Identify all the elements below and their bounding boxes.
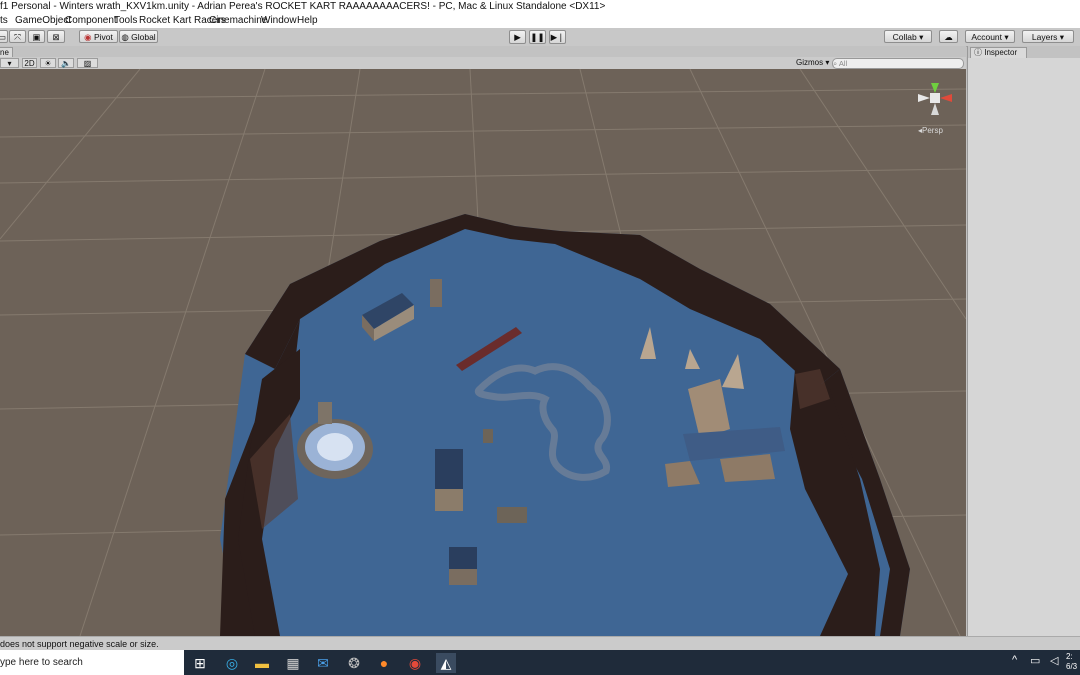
chevron-down-icon: ▾ bbox=[7, 59, 12, 68]
scale-tool-icon: ⤧ bbox=[14, 32, 21, 42]
taskbar-search-box[interactable]: ype here to search bbox=[0, 650, 184, 675]
menu-assets[interactable]: ts bbox=[0, 14, 8, 28]
global-toggle-button[interactable]: ◍ Global bbox=[119, 30, 158, 43]
rect-tool-icon: ▭ bbox=[0, 32, 7, 42]
effects-dropdown[interactable]: ▨ bbox=[77, 58, 98, 68]
taskbar-search-text: ype here to search bbox=[0, 657, 83, 668]
menu-gameobject[interactable]: GameObject bbox=[15, 14, 71, 28]
windows-taskbar: ype here to search ⊞ ◎ ▬ ▦ ✉ ❂ ● ◉ ◭ ^ ▭… bbox=[0, 650, 1080, 675]
chevron-down-icon: ▾ bbox=[1059, 32, 1065, 42]
menu-cinemachine[interactable]: Cinemachine bbox=[209, 14, 267, 28]
lighting-toggle[interactable]: ☀ bbox=[40, 58, 56, 68]
global-label: Global bbox=[131, 32, 156, 42]
speaker-icon: 🔈 bbox=[61, 59, 71, 68]
clock-time: 2: bbox=[1066, 652, 1073, 661]
toggle-2d-button[interactable]: 2D bbox=[22, 58, 37, 68]
unity-icon[interactable]: ◭ bbox=[436, 653, 456, 673]
scene-tab-strip: ne bbox=[0, 46, 966, 58]
gizmos-dropdown[interactable]: Gizmos ▾ bbox=[796, 57, 829, 69]
scene-viewport[interactable]: ◂Persp bbox=[0, 69, 966, 636]
collab-button[interactable]: Collab ▾ bbox=[884, 30, 932, 43]
step-button[interactable]: ▶❘ bbox=[549, 30, 566, 44]
orientation-gizmo[interactable] bbox=[912, 75, 960, 125]
account-label: Account bbox=[971, 32, 1003, 42]
scene-search-placeholder: All bbox=[838, 59, 848, 68]
tab-inspector[interactable]: ⓘ Inspector bbox=[970, 47, 1027, 58]
axis-gizmo-icon bbox=[918, 83, 952, 115]
main-toolbar: ▭ ⤧ ▣ ⊠ ◉ Pivot ◍ Global ▶ ❚❚ ▶❘ Collab … bbox=[0, 28, 1080, 47]
rect-transform-tool-button[interactable]: ▣ bbox=[28, 30, 45, 43]
audio-toggle[interactable]: 🔈 bbox=[58, 58, 74, 68]
rect-tool-button[interactable]: ▭ bbox=[0, 30, 8, 43]
status-message: does not support negative scale or size. bbox=[0, 639, 159, 649]
sun-icon: ☀ bbox=[44, 59, 52, 68]
projection-label[interactable]: ◂Persp bbox=[918, 126, 943, 135]
tray-expand-icon[interactable]: ^ bbox=[1012, 654, 1017, 666]
menu-component[interactable]: Component bbox=[65, 14, 117, 28]
chevron-down-icon: ▾ bbox=[1004, 32, 1009, 42]
menu-window[interactable]: Window bbox=[261, 14, 297, 28]
network-icon[interactable]: ▭ bbox=[1030, 654, 1040, 667]
inspector-body bbox=[968, 58, 1080, 636]
window-title-bar: f1 Personal - Winters wrath_KXV1km.unity… bbox=[0, 0, 1080, 14]
store-icon[interactable]: ▦ bbox=[283, 653, 303, 673]
cloud-icon: ☁ bbox=[944, 32, 953, 42]
status-bar: does not support negative scale or size. bbox=[0, 636, 1080, 651]
volume-icon[interactable]: ◁ bbox=[1050, 654, 1058, 667]
scale-tool-button[interactable]: ⤧ bbox=[9, 30, 26, 43]
window-title: f1 Personal - Winters wrath_KXV1km.unity… bbox=[0, 1, 606, 12]
taskbar-clock[interactable]: 2: 6/3 bbox=[1066, 652, 1080, 672]
scene-search-input[interactable]: ⌕ All bbox=[832, 58, 964, 69]
inspector-tab-label: Inspector bbox=[984, 48, 1018, 57]
scene-render bbox=[0, 69, 966, 636]
shading-mode-dropdown[interactable]: ▾ bbox=[0, 58, 19, 68]
pivot-toggle-button[interactable]: ◉ Pivot bbox=[79, 30, 118, 43]
file-explorer-icon[interactable]: ▬ bbox=[252, 653, 272, 673]
mail-icon[interactable]: ✉ bbox=[313, 653, 333, 673]
cloud-button[interactable]: ☁ bbox=[939, 30, 958, 43]
info-icon: ⓘ bbox=[974, 48, 982, 57]
collab-label: Collab ▾ bbox=[892, 32, 924, 42]
search-icon: ⌕ bbox=[833, 59, 838, 68]
photos-icon[interactable]: ❂ bbox=[344, 653, 364, 673]
transform-tool-button[interactable]: ⊠ bbox=[47, 30, 65, 43]
pause-icon: ❚❚ bbox=[530, 32, 545, 42]
rect-transform-icon: ▣ bbox=[32, 32, 41, 42]
inspector-panel: ⓘ Inspector bbox=[967, 46, 1080, 636]
step-icon: ▶❘ bbox=[550, 32, 565, 42]
account-dropdown[interactable]: Account ▾ bbox=[965, 30, 1015, 43]
task-view-icon[interactable]: ⊞ bbox=[190, 653, 210, 673]
layers-label: Layers bbox=[1031, 32, 1058, 42]
clock-date: 6/3 bbox=[1066, 662, 1078, 671]
menu-tools[interactable]: Tools bbox=[114, 14, 137, 28]
pivot-icon: ◉ bbox=[84, 32, 92, 42]
firefox-icon[interactable]: ● bbox=[374, 653, 394, 673]
chrome-icon[interactable]: ◉ bbox=[405, 653, 425, 673]
menu-bar: ts GameObject Component Tools Rocket Kar… bbox=[0, 14, 1080, 28]
edge-icon[interactable]: ◎ bbox=[222, 653, 242, 673]
layers-dropdown[interactable]: Layers ▾ bbox=[1022, 30, 1074, 43]
menu-help[interactable]: Help bbox=[297, 14, 318, 28]
pause-button[interactable]: ❚❚ bbox=[529, 30, 546, 44]
transform-tool-icon: ⊠ bbox=[52, 32, 60, 42]
globe-icon: ◍ bbox=[121, 32, 129, 42]
play-icon: ▶ bbox=[514, 32, 521, 42]
play-button[interactable]: ▶ bbox=[509, 30, 526, 44]
image-icon: ▨ bbox=[83, 59, 92, 68]
pivot-label: Pivot bbox=[93, 32, 113, 42]
